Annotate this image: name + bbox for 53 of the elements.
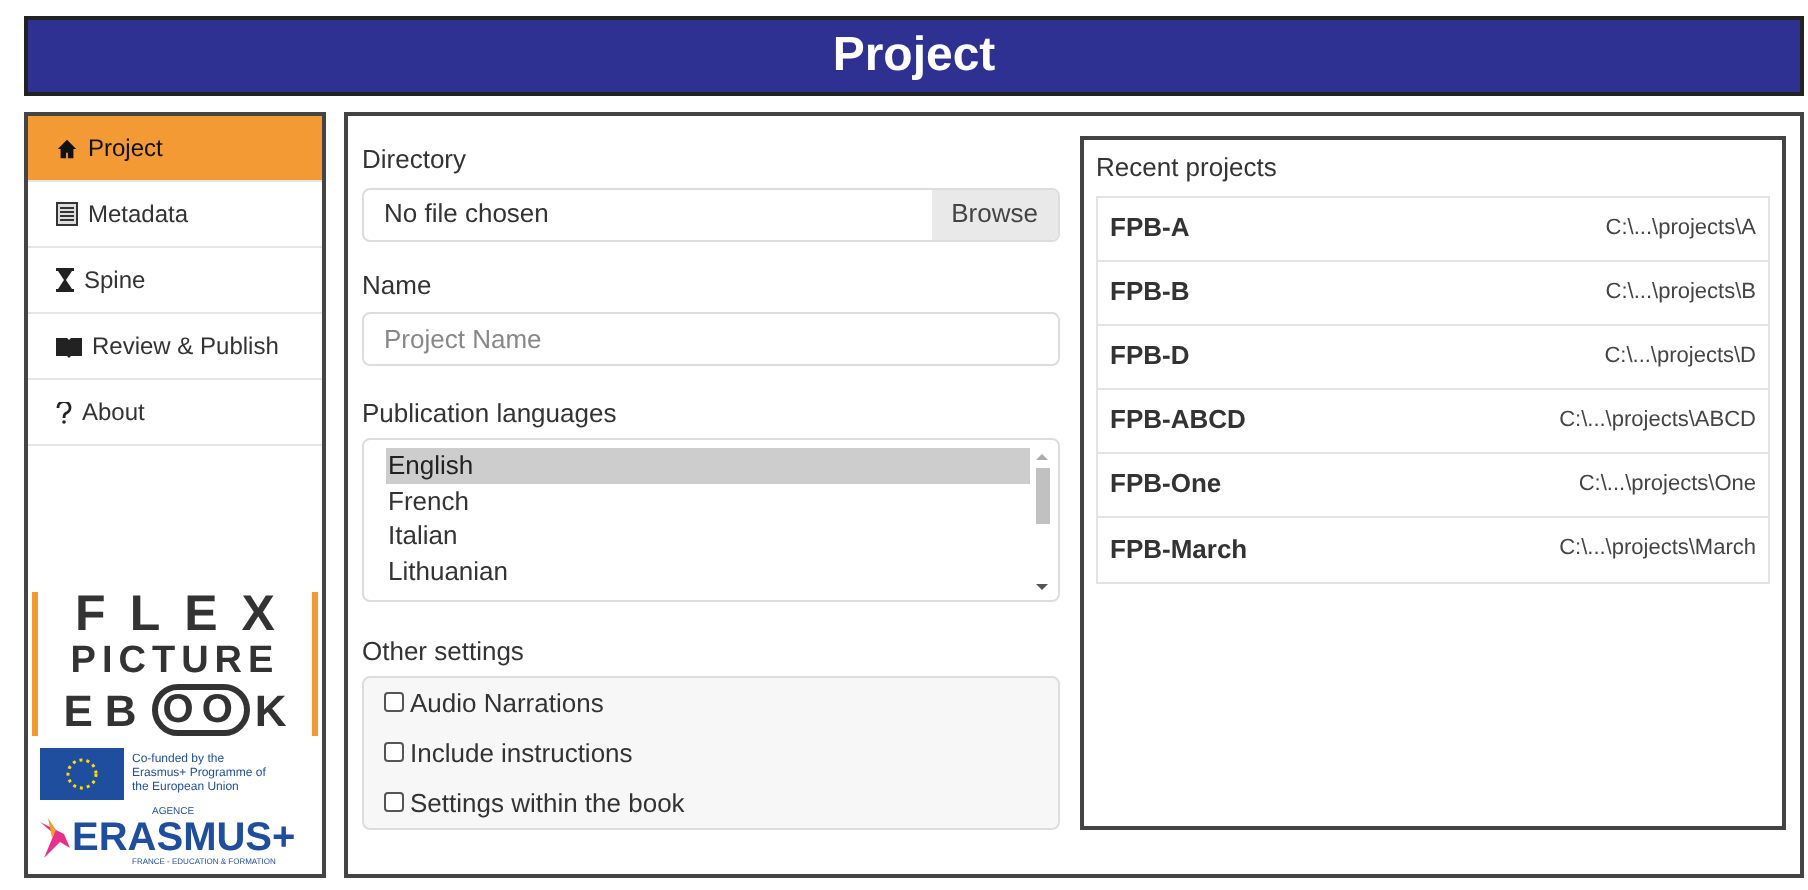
language-list[interactable]: English French Italian Lithuanian (362, 438, 1060, 603)
eu-flag-icon (40, 748, 124, 800)
file-field[interactable]: No file chosen Browse (362, 187, 1060, 242)
project-row[interactable]: FPB-D C:\...\projects\D (1098, 325, 1768, 389)
project-path: C:\...\projects\One (1578, 469, 1756, 500)
project-name: FPB-March (1110, 531, 1248, 568)
file-value: No file chosen (382, 196, 551, 233)
logo-text: K (254, 687, 287, 733)
logo-text: PICTURE (70, 638, 280, 684)
project-path: C:\...\projects\March (1559, 534, 1756, 565)
question-icon (56, 401, 72, 423)
field-label: Publication languages (362, 395, 619, 432)
book-icon (56, 202, 78, 226)
project-name: FPB-B (1110, 274, 1190, 311)
project-row[interactable]: FPB-March C:\...\projects\March (1098, 517, 1768, 581)
browse-button[interactable]: Browse (931, 189, 1058, 240)
list-option[interactable]: English (386, 448, 1030, 484)
page-title: Project (832, 26, 996, 86)
checkbox-option[interactable]: Settings within the book (384, 783, 685, 823)
panel-title: Recent projects (1096, 150, 1279, 186)
logo-text: FLEX (73, 592, 299, 638)
nav-item[interactable]: Project (28, 116, 322, 182)
name-field[interactable]: Project Name (362, 312, 1060, 366)
project-name: FPB-D (1110, 338, 1190, 375)
hourglass-icon (56, 268, 74, 292)
field-label: Name (362, 267, 434, 304)
open-book-icon (56, 335, 82, 357)
project-name: FPB-A (1110, 210, 1190, 247)
checkbox[interactable] (384, 692, 404, 713)
field-label: Other settings (362, 634, 526, 671)
project-row[interactable]: FPB-B C:\...\projects\B (1098, 261, 1768, 325)
project-row[interactable]: FPB-A C:\...\projects\A (1098, 197, 1768, 261)
project-path: C:\...\projects\B (1605, 277, 1756, 308)
list-option[interactable]: Lithuanian (386, 553, 1030, 589)
checkbox-option[interactable]: Audio Narrations (384, 683, 604, 723)
logo-text: EB (63, 687, 149, 733)
project-name: FPB-One (1110, 466, 1222, 503)
checkbox-option[interactable]: Include instructions (384, 733, 633, 773)
list-option[interactable]: French (386, 483, 1030, 519)
agency-name: ERASMUS+ (72, 818, 296, 858)
project-name: FPB-ABCD (1110, 402, 1246, 439)
list-option[interactable]: Italian (386, 518, 1030, 554)
field-label: Directory (362, 142, 469, 178)
project-row[interactable]: FPB-One C:\...\projects\One (1098, 453, 1768, 517)
house-icon (56, 137, 78, 159)
star-logo-icon (36, 813, 72, 861)
checkbox[interactable] (384, 792, 404, 813)
project-row[interactable]: FPB-ABCD C:\...\projects\ABCD (1098, 389, 1768, 453)
project-path: C:\...\projects\A (1605, 213, 1756, 244)
project-path: C:\...\projects\ABCD (1559, 405, 1756, 436)
checkbox[interactable] (384, 742, 404, 763)
project-path: C:\...\projects\D (1604, 341, 1756, 372)
logo-text: OO (152, 684, 251, 736)
